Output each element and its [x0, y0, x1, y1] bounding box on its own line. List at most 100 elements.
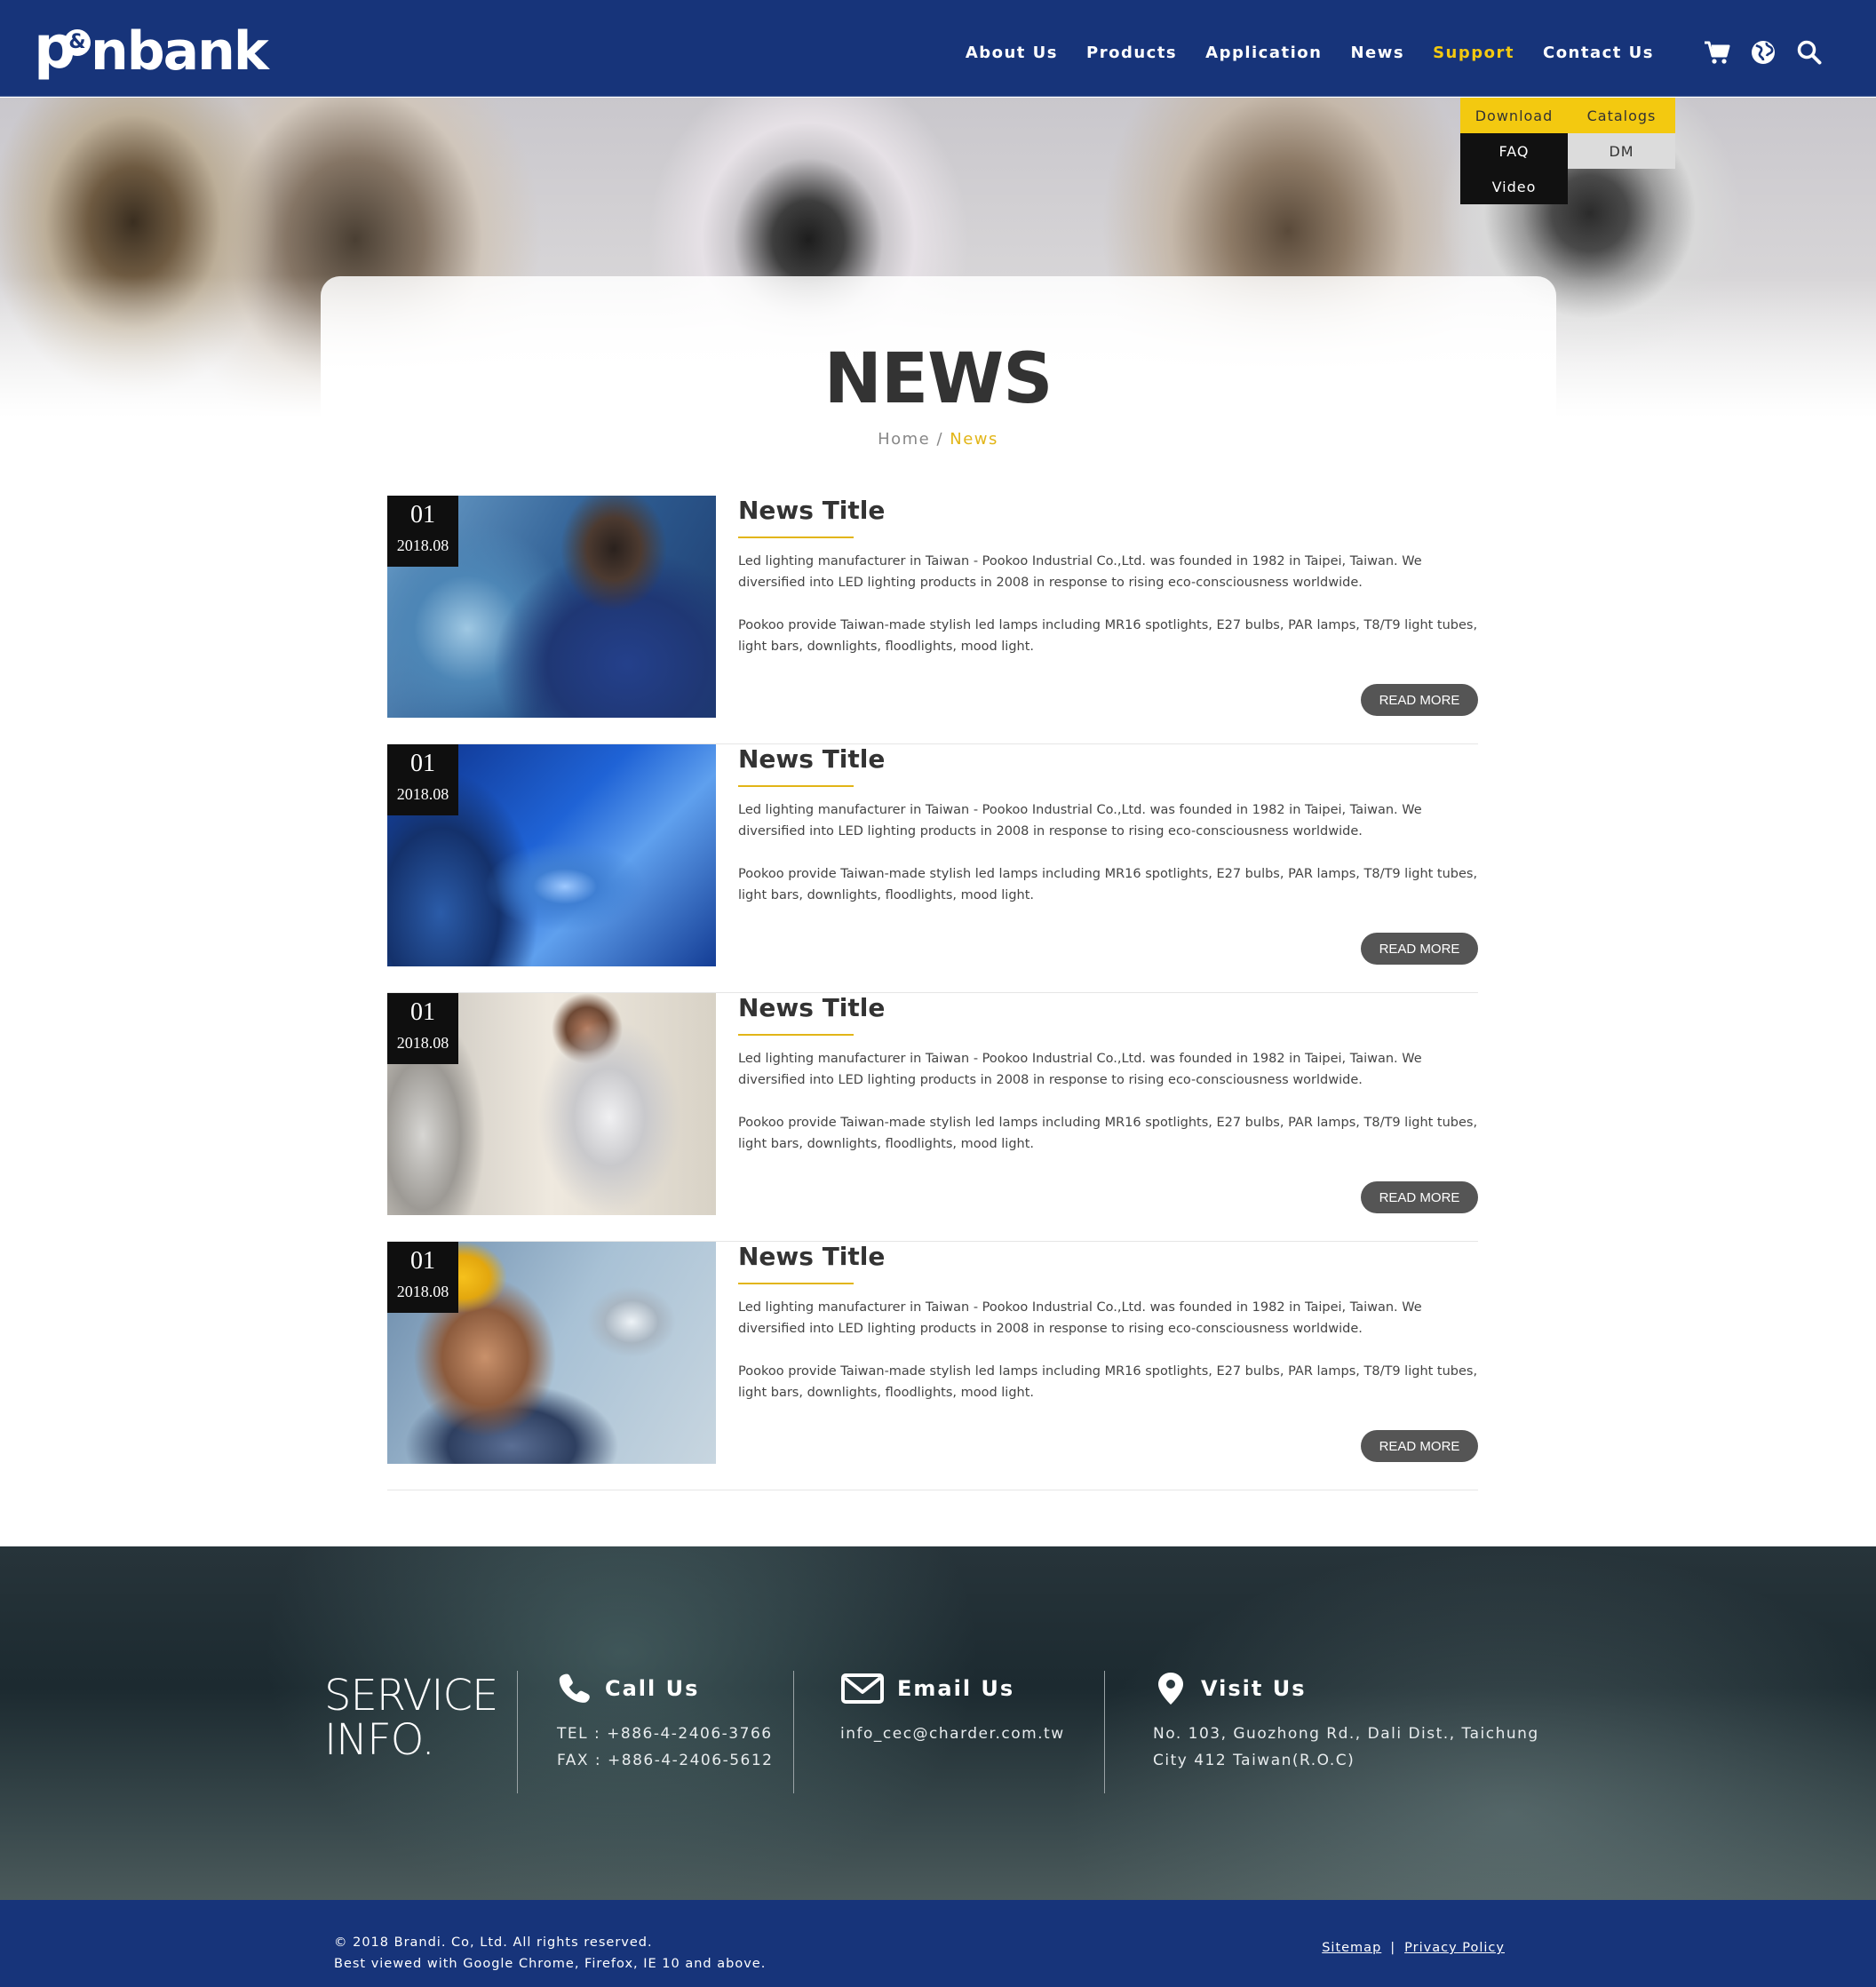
nav-contact-us[interactable]: Contact Us	[1543, 44, 1654, 62]
visit-us-label: Visit Us	[1201, 1676, 1307, 1701]
service-divider	[793, 1671, 794, 1793]
menu-item-catalogs[interactable]: Catalogs	[1568, 98, 1675, 133]
news-text: Led lighting manufacturer in Taiwan - Po…	[738, 799, 1478, 906]
footer-link-separator: |	[1390, 1941, 1396, 1955]
news-paragraph: Pookoo provide Taiwan-made stylish led l…	[738, 1116, 1478, 1151]
globe-icon[interactable]	[1750, 39, 1777, 66]
site-header: p & nbank About Us Products Application …	[0, 0, 1876, 97]
service-info-section: SERVICE INFO. Call Us TEL : +886-4-2406-…	[0, 1546, 1876, 1900]
news-item: 01 2018.08 News Title Led lighting manuf…	[387, 744, 1478, 993]
news-list: 01 2018.08 News Title Led lighting manuf…	[387, 496, 1478, 1490]
address-line2: City 412 Taiwan(R.O.C)	[1153, 1752, 1355, 1769]
call-us-block: Call Us TEL : +886-4-2406-3766 FAX : +88…	[557, 1671, 773, 1774]
tel-number[interactable]: TEL : +886-4-2406-3766	[557, 1721, 773, 1747]
date-badge: 01 2018.08	[387, 993, 458, 1064]
nav-application[interactable]: Application	[1205, 44, 1322, 62]
nav-support[interactable]: Support	[1433, 44, 1514, 62]
breadcrumb: Home / News	[0, 430, 1876, 449]
breadcrumb-current: News	[950, 430, 998, 449]
date-year-month: 2018.08	[396, 536, 449, 554]
page-title: NEWS	[823, 339, 1053, 419]
search-icon[interactable]	[1796, 39, 1823, 66]
cart-icon[interactable]	[1704, 39, 1730, 66]
phone-icon	[557, 1671, 592, 1706]
breadcrumb-separator: /	[930, 430, 950, 449]
address-line1: No. 103, Guozhong Rd., Dali Dist., Taich…	[1153, 1725, 1539, 1743]
header-icons	[1704, 39, 1823, 66]
news-paragraph: Led lighting manufacturer in Taiwan - Po…	[738, 1300, 1422, 1336]
visit-us-block: Visit Us No. 103, Guozhong Rd., Dali Dis…	[1153, 1671, 1539, 1774]
support-dropdown: Download Catalogs FAQ DM Video	[1460, 98, 1675, 204]
logo-mark: p &	[34, 19, 92, 79]
site-footer: © 2018 Brandi. Co, Ltd. All rights reser…	[0, 1900, 1876, 1987]
news-item: 01 2018.08 News Title Led lighting manuf…	[387, 993, 1478, 1242]
menu-item-video[interactable]: Video	[1460, 169, 1568, 204]
read-more-button[interactable]: READ MORE	[1361, 933, 1478, 965]
browser-note: Best viewed with Google Chrome, Firefox,…	[334, 1957, 767, 1971]
menu-item-download[interactable]: Download	[1460, 98, 1568, 133]
date-badge: 01 2018.08	[387, 744, 458, 815]
news-paragraph: Led lighting manufacturer in Taiwan - Po…	[738, 554, 1422, 590]
date-badge: 01 2018.08	[387, 1242, 458, 1313]
footer-links: Sitemap | Privacy Policy	[1322, 1941, 1505, 1955]
title-underline	[738, 536, 854, 538]
breadcrumb-home[interactable]: Home	[878, 430, 930, 449]
news-paragraph: Led lighting manufacturer in Taiwan - Po…	[738, 803, 1422, 839]
news-body: News Title Led lighting manufacturer in …	[738, 1242, 1478, 1403]
map-pin-icon	[1153, 1671, 1188, 1706]
date-day: 01	[410, 501, 435, 529]
news-paragraph: Pookoo provide Taiwan-made stylish led l…	[738, 618, 1478, 654]
news-text: Led lighting manufacturer in Taiwan - Po…	[738, 551, 1478, 657]
nav-products[interactable]: Products	[1086, 44, 1177, 62]
logo-word: nbank	[91, 20, 269, 83]
fax-number: FAX : +886-4-2406-5612	[557, 1752, 774, 1769]
sitemap-link[interactable]: Sitemap	[1322, 1941, 1381, 1955]
email-us-block: Email Us info_cec@charder.com.tw	[840, 1671, 1065, 1747]
date-day: 01	[410, 750, 435, 777]
copyright-text: © 2018 Brandi. Co, Ltd. All rights reser…	[334, 1935, 653, 1950]
news-body: News Title Led lighting manufacturer in …	[738, 993, 1478, 1155]
email-us-label: Email Us	[897, 1676, 1015, 1701]
email-address[interactable]: info_cec@charder.com.tw	[840, 1721, 1065, 1747]
main-nav: About Us Products Application News Suppo…	[966, 44, 1654, 62]
service-heading-line1: SERVICE	[324, 1671, 498, 1721]
service-divider	[1104, 1671, 1105, 1793]
read-more-button[interactable]: READ MORE	[1361, 1181, 1478, 1213]
nav-news[interactable]: News	[1350, 44, 1404, 62]
news-paragraph: Pookoo provide Taiwan-made stylish led l…	[738, 867, 1478, 902]
call-us-label: Call Us	[605, 1676, 700, 1701]
news-image[interactable]: 01 2018.08	[387, 1242, 716, 1464]
site-logo[interactable]: p & nbank	[34, 19, 269, 83]
title-underline	[738, 785, 854, 787]
news-body: News Title Led lighting manufacturer in …	[738, 496, 1478, 657]
date-year-month: 2018.08	[396, 1283, 449, 1300]
date-year-month: 2018.08	[396, 785, 449, 803]
news-body: News Title Led lighting manufacturer in …	[738, 744, 1478, 906]
date-year-month: 2018.08	[396, 1034, 449, 1052]
service-heading: SERVICE INFO.	[324, 1671, 498, 1762]
news-title[interactable]: News Title	[738, 496, 1478, 526]
nav-about-us[interactable]: About Us	[966, 44, 1058, 62]
news-image[interactable]: 01 2018.08	[387, 496, 716, 718]
title-underline	[738, 1034, 854, 1036]
menu-item-faq[interactable]: FAQ	[1460, 133, 1568, 169]
news-title[interactable]: News Title	[738, 993, 1478, 1023]
date-day: 01	[410, 998, 435, 1026]
title-underline	[738, 1283, 854, 1284]
news-text: Led lighting manufacturer in Taiwan - Po…	[738, 1297, 1478, 1403]
menu-item-dm[interactable]: DM	[1568, 133, 1675, 169]
envelope-icon	[840, 1671, 885, 1706]
news-text: Led lighting manufacturer in Taiwan - Po…	[738, 1048, 1478, 1155]
news-image[interactable]: 01 2018.08	[387, 744, 716, 966]
news-title[interactable]: News Title	[738, 1242, 1478, 1272]
news-item: 01 2018.08 News Title Led lighting manuf…	[387, 1242, 1478, 1490]
privacy-policy-link[interactable]: Privacy Policy	[1404, 1941, 1505, 1955]
date-badge: 01 2018.08	[387, 496, 458, 567]
date-day: 01	[410, 1247, 435, 1275]
news-image[interactable]: 01 2018.08	[387, 993, 716, 1215]
news-paragraph: Pookoo provide Taiwan-made stylish led l…	[738, 1364, 1478, 1400]
read-more-button[interactable]: READ MORE	[1361, 1430, 1478, 1462]
news-item: 01 2018.08 News Title Led lighting manuf…	[387, 496, 1478, 744]
news-title[interactable]: News Title	[738, 744, 1478, 775]
read-more-button[interactable]: READ MORE	[1361, 684, 1478, 716]
